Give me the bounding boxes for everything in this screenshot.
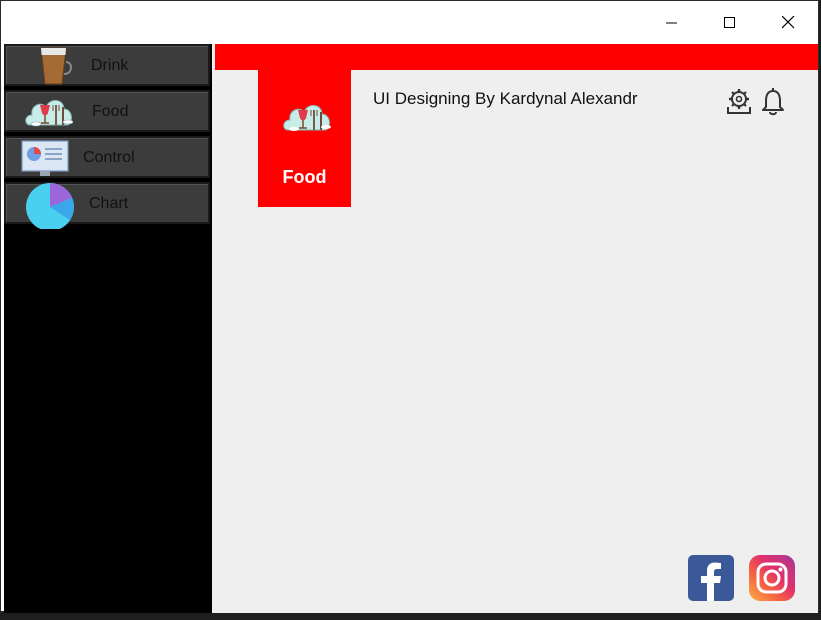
maximize-button[interactable] [701,1,759,44]
sidebar-item-control[interactable]: Control [4,136,210,178]
minimize-icon [666,22,677,23]
instagram-icon[interactable] [749,555,795,601]
app-window: Drink Food Control Chart Food UI Designi… [0,0,819,613]
header-bar [215,44,818,70]
sidebar-item-chart[interactable]: Chart [4,182,210,229]
close-button[interactable] [759,1,817,44]
control-icon [21,140,69,176]
food-tile[interactable]: Food [258,70,351,207]
sidebar-item-label: Food [92,103,129,120]
sidebar-item-drink[interactable]: Drink [4,44,210,86]
main-content: Food UI Designing By Kardynal Alexandr [212,44,818,613]
title-bar [1,1,818,44]
food-tile-label: Food [282,167,327,187]
drink-icon [40,47,72,85]
sidebar-item-label: Chart [89,195,129,212]
close-icon [781,16,794,29]
sidebar-item-label: Drink [91,57,129,74]
settings-icon[interactable] [726,87,752,115]
food-icon [25,100,74,127]
food-icon [283,105,331,131]
minimize-button[interactable] [643,1,701,44]
bell-icon[interactable] [761,88,785,116]
sidebar: Drink Food Control Chart [4,44,212,613]
sidebar-item-label: Control [83,149,135,166]
chart-icon [26,183,74,229]
sidebar-item-food[interactable]: Food [4,90,210,132]
facebook-icon[interactable] [688,555,734,601]
page-title: UI Designing By Kardynal Alexandr [373,89,638,108]
maximize-icon [724,16,735,28]
